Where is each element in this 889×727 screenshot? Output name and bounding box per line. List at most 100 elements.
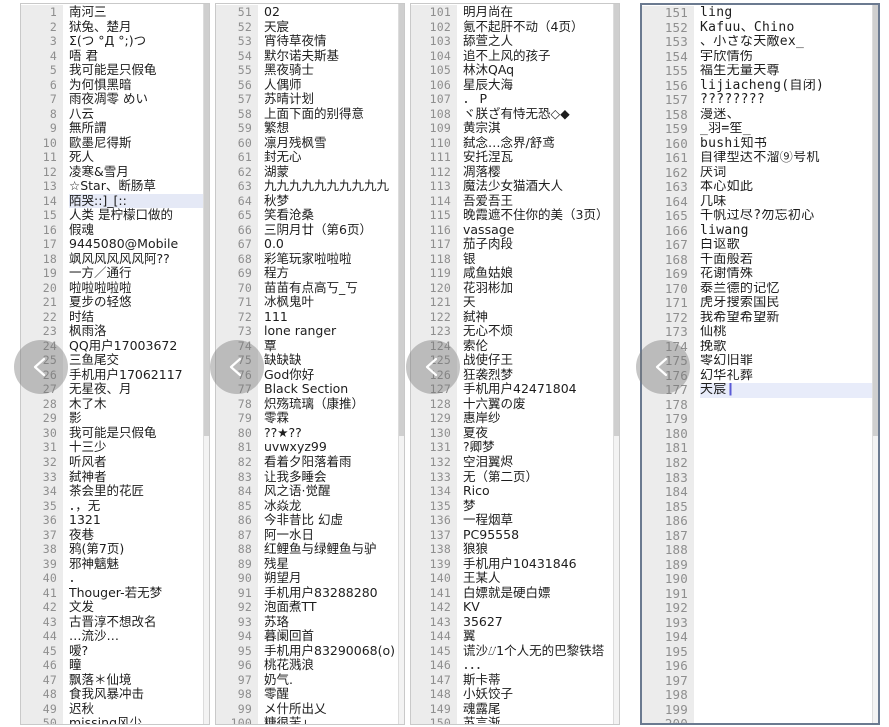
code-line[interactable]: 苗苗有点高丂_丂 bbox=[264, 281, 404, 296]
code-line[interactable] bbox=[700, 645, 878, 660]
code-line[interactable]: 魂露尾 bbox=[463, 702, 619, 717]
code-line[interactable]: 泰兰德的记忆 bbox=[700, 282, 878, 297]
code-line[interactable]: 枫雨洛 bbox=[69, 324, 209, 339]
code-line[interactable]: 泡面煮TT bbox=[264, 600, 404, 615]
code-line[interactable]: 咸鱼姑娘 bbox=[463, 266, 619, 281]
code-line[interactable]: 一方／通行 bbox=[69, 266, 209, 281]
code-line[interactable]: 无星夜、月 bbox=[69, 382, 209, 397]
nav-prev-pane-2[interactable] bbox=[210, 340, 264, 394]
code-line[interactable]: 自律型达不溜⑨号机 bbox=[700, 151, 878, 166]
code-line[interactable]: 白嫖就是硬白嫖 bbox=[463, 586, 619, 601]
code-line[interactable]: 影 bbox=[69, 411, 209, 426]
code-line[interactable]: 花谢情殊 bbox=[700, 267, 878, 282]
code-line[interactable]: 残星 bbox=[264, 557, 404, 572]
code-line[interactable]: 虎牙搜索国民 bbox=[700, 296, 878, 311]
code-line[interactable]: Black Section bbox=[264, 382, 404, 397]
code-line[interactable]: 奶气. bbox=[264, 673, 404, 688]
code-line[interactable]: Thouger-若无梦 bbox=[69, 586, 209, 601]
code-line[interactable] bbox=[700, 587, 878, 602]
code-line[interactable]: 飘落＊仙境 bbox=[69, 673, 209, 688]
code-line[interactable]: 嗳? bbox=[69, 644, 209, 659]
code-line[interactable]: QQ用户17003672 bbox=[69, 339, 209, 354]
code-line[interactable]: 晚霞遮不住你的美（3页） bbox=[463, 208, 619, 223]
code-line[interactable]: 斯卡蒂 bbox=[463, 673, 619, 688]
code-line[interactable]: 九九九九九九九九九九 bbox=[264, 179, 404, 194]
code-line[interactable]: 时结 bbox=[69, 310, 209, 325]
code-line[interactable]: ??★?? bbox=[264, 426, 404, 441]
code-line[interactable]: 看着夕阳落着雨 bbox=[264, 455, 404, 470]
code-line[interactable]: 冰焱龙 bbox=[264, 499, 404, 514]
code-line[interactable]: 飒风风风风风阿?? bbox=[69, 252, 209, 267]
code-line[interactable]: 手机用户42471804 bbox=[463, 382, 619, 397]
code-line[interactable]: ．．． bbox=[463, 658, 619, 673]
code-line[interactable]: 啦啦啦啦啦 bbox=[69, 281, 209, 296]
code-line[interactable]: Σ(つ °Д °;)つ bbox=[69, 34, 209, 49]
code-line[interactable]: 千面般若 bbox=[700, 253, 878, 268]
code-line[interactable]: 假魂 bbox=[69, 223, 209, 238]
scrollbar-thumb[interactable] bbox=[614, 4, 619, 436]
code-line[interactable]: PC95558 bbox=[463, 528, 619, 543]
code-line[interactable]: 明月尚在 bbox=[463, 5, 619, 20]
code-line[interactable] bbox=[700, 456, 878, 471]
code-line[interactable]: 安托涅瓦 bbox=[463, 150, 619, 165]
vertical-scrollbar[interactable] bbox=[872, 5, 878, 723]
code-line[interactable]: 天 bbox=[463, 295, 619, 310]
code-line[interactable]: 茶会里的花匠 bbox=[69, 484, 209, 499]
code-line[interactable]: 花羽彬加 bbox=[463, 281, 619, 296]
code-line[interactable]: KV bbox=[463, 600, 619, 615]
code-line[interactable]: 瞳 bbox=[69, 658, 209, 673]
code-line[interactable]: 無所謂 bbox=[69, 121, 209, 136]
code-line[interactable]: 手机用户17062117 bbox=[69, 368, 209, 383]
code-line[interactable] bbox=[700, 441, 878, 456]
code-line[interactable]: ???????? bbox=[700, 93, 878, 108]
code-line[interactable]: 风之语·觉醒 bbox=[264, 484, 404, 499]
code-line[interactable]: 吾爱吾王 bbox=[463, 194, 619, 209]
code-line[interactable]: 秋梦 bbox=[264, 194, 404, 209]
scrollbar-thumb[interactable] bbox=[204, 4, 209, 436]
code-line[interactable]: 狼狼 bbox=[463, 542, 619, 557]
code-line[interactable] bbox=[700, 500, 878, 515]
code-line[interactable]: 阿一水日 bbox=[264, 528, 404, 543]
code-line[interactable]: _羽=笙_ bbox=[700, 122, 878, 137]
code-line[interactable]: 舔萱之人 bbox=[463, 34, 619, 49]
code-line[interactable]: 35627 bbox=[463, 615, 619, 630]
code-line[interactable] bbox=[700, 688, 878, 703]
code-line[interactable]: 狱兔、楚月 bbox=[69, 20, 209, 35]
code-line[interactable]: ?卿梦 bbox=[463, 440, 619, 455]
code-line[interactable]: 夜巷 bbox=[69, 528, 209, 543]
code-line[interactable]: 红鲤鱼与绿鲤鱼与驴 bbox=[264, 542, 404, 557]
code-line[interactable]: 八云 bbox=[69, 107, 209, 122]
code-line[interactable]: 笑看沧桑 bbox=[264, 208, 404, 223]
vertical-scrollbar[interactable] bbox=[203, 4, 209, 724]
code-line[interactable]: 黑夜骑士 bbox=[264, 63, 404, 78]
code-line-active[interactable]: 天宸 bbox=[700, 383, 878, 398]
code-line[interactable]: 翼 bbox=[463, 629, 619, 644]
code-line[interactable] bbox=[700, 514, 878, 529]
code-line[interactable]: 0.0 bbox=[264, 237, 404, 252]
code-line[interactable]: bushi知书 bbox=[700, 137, 878, 152]
code-line[interactable]: 手机用户83290068(o) bbox=[264, 644, 404, 659]
code-line[interactable]: 默尔诺夫斯基 bbox=[264, 49, 404, 64]
code-line[interactable]: 手机用户83288280 bbox=[264, 586, 404, 601]
code-line[interactable]: lone ranger bbox=[264, 324, 404, 339]
code-line[interactable] bbox=[700, 717, 878, 723]
code-line[interactable]: 空泪翼烬 bbox=[463, 455, 619, 470]
code-line[interactable]: 千帆过尽?勿忘初心 bbox=[700, 209, 878, 224]
code-line[interactable]: 无心不烦 bbox=[463, 324, 619, 339]
code-line[interactable]: 十六翼の废 bbox=[463, 397, 619, 412]
code-line[interactable]: 宇欣情伤 bbox=[700, 50, 878, 65]
code-line[interactable]: 漫迷、 bbox=[700, 108, 878, 123]
code-line[interactable]: 封无心 bbox=[264, 150, 404, 165]
code-line[interactable]: 、小さな天敵ex_ bbox=[700, 35, 878, 50]
code-line[interactable]: 我希望希望新 bbox=[700, 311, 878, 326]
code-line[interactable] bbox=[700, 471, 878, 486]
code-line[interactable]: メ什所出乂 bbox=[264, 702, 404, 717]
code-line[interactable] bbox=[700, 616, 878, 631]
code-line[interactable]: 古晋淳不想改名 bbox=[69, 615, 209, 630]
code-line[interactable]: 我可能是只假龟 bbox=[69, 426, 209, 441]
code-line[interactable]: 程方 bbox=[264, 266, 404, 281]
code-line[interactable]: 缺缺缺 bbox=[264, 353, 404, 368]
code-line[interactable]: lijiacheng(自闭) bbox=[700, 79, 878, 94]
code-line[interactable]: 天宸 bbox=[264, 20, 404, 35]
code-line[interactable]: 文发 bbox=[69, 600, 209, 615]
